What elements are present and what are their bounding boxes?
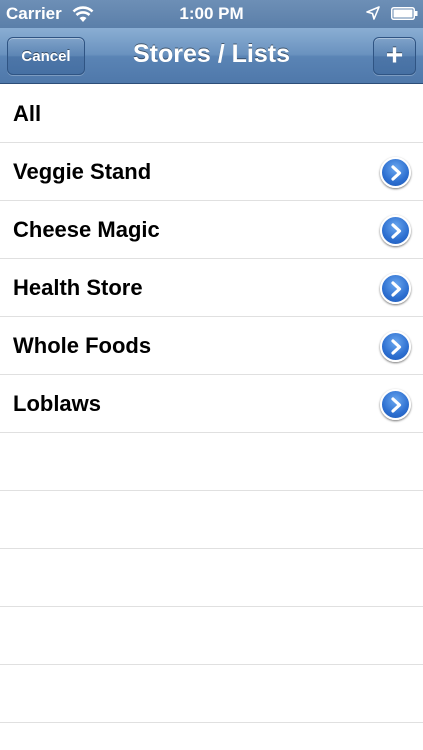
empty-row <box>0 607 423 665</box>
empty-row <box>0 491 423 549</box>
list-item-whole-foods[interactable]: Whole Foods <box>0 317 423 375</box>
detail-disclosure-button[interactable] <box>380 215 411 246</box>
list-item-label: Whole Foods <box>13 332 152 358</box>
detail-disclosure-button[interactable] <box>380 331 411 362</box>
status-bar: Carrier 1:00 PM <box>0 0 423 28</box>
stores-list: All Veggie Stand Cheese Magic Health Sto… <box>0 85 423 750</box>
status-time: 1:00 PM <box>179 4 244 23</box>
list-item-cheese-magic[interactable]: Cheese Magic <box>0 201 423 259</box>
detail-disclosure-button[interactable] <box>380 389 411 420</box>
list-item-all[interactable]: All <box>0 85 423 143</box>
chevron-right-icon <box>390 338 401 355</box>
empty-row <box>0 433 423 491</box>
battery-icon <box>391 7 418 20</box>
chevron-right-icon <box>390 164 401 181</box>
page-title: Stores / Lists <box>133 40 290 68</box>
empty-row <box>0 665 423 723</box>
detail-disclosure-button[interactable] <box>380 273 411 304</box>
list-item-health-store[interactable]: Health Store <box>0 259 423 317</box>
chevron-right-icon <box>390 396 401 413</box>
list-item-veggie-stand[interactable]: Veggie Stand <box>0 143 423 201</box>
list-item-loblaws[interactable]: Loblaws <box>0 375 423 433</box>
chevron-right-icon <box>390 280 401 297</box>
list-item-label: Veggie Stand <box>13 158 152 184</box>
empty-row <box>0 549 423 607</box>
list-item-label: All <box>13 100 42 126</box>
add-button[interactable]: + <box>373 37 416 75</box>
list-item-label: Cheese Magic <box>13 216 160 242</box>
list-item-label: Loblaws <box>13 390 102 416</box>
detail-disclosure-button[interactable] <box>380 157 411 188</box>
plus-icon: + <box>385 39 404 72</box>
navigation-bar: Cancel Stores / Lists + <box>0 28 423 84</box>
list-item-label: Health Store <box>13 274 143 300</box>
chevron-right-icon <box>390 222 401 239</box>
location-icon <box>366 6 380 20</box>
